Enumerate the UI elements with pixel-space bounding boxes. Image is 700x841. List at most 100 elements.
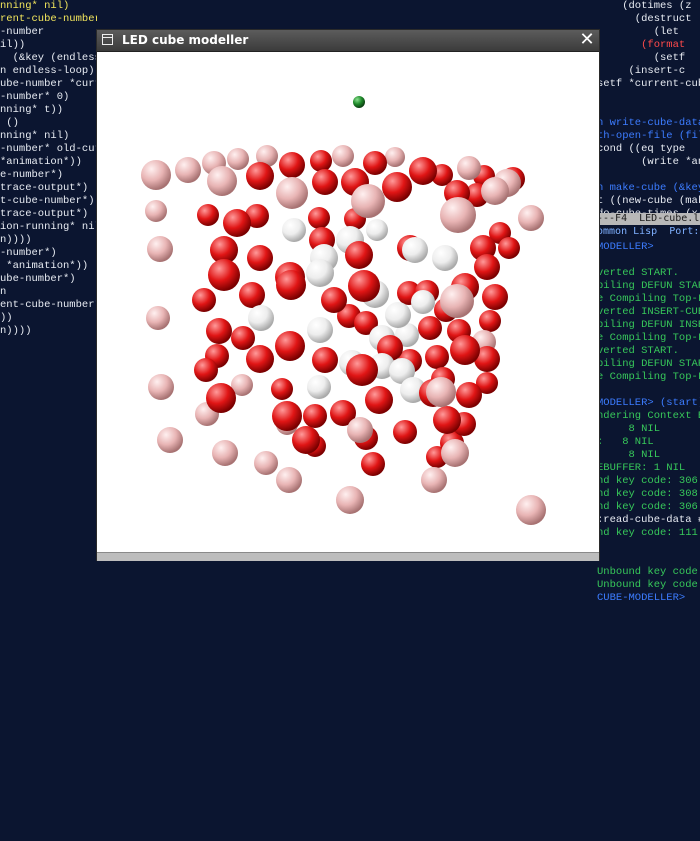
led-sphere-red bbox=[345, 241, 373, 269]
terminal-right-lower-line: verted START. bbox=[597, 267, 679, 279]
led-sphere-red bbox=[231, 326, 255, 350]
led-sphere-red bbox=[276, 270, 306, 300]
window-titlebar[interactable]: LED cube modeller ✕ bbox=[97, 30, 599, 52]
led-sphere-white bbox=[307, 375, 331, 399]
terminal-left-line: () bbox=[0, 117, 19, 129]
terminal-right-lower-line: e Compiling Top-L bbox=[597, 332, 700, 344]
led-sphere-red bbox=[363, 151, 387, 175]
led-sphere-red bbox=[312, 169, 338, 195]
terminal-right-line: n write-cube-data bbox=[597, 117, 700, 129]
terminal-right-line: (insert-c bbox=[597, 65, 686, 77]
led-sphere-white bbox=[307, 317, 333, 343]
terminal-right-lower-line bbox=[597, 384, 700, 397]
terminal-right-lower-line: piling DEFUN STAR bbox=[597, 280, 700, 292]
terminal-right-line bbox=[597, 104, 700, 117]
led-sphere-pink bbox=[457, 156, 481, 180]
led-sphere-red bbox=[308, 207, 330, 229]
led-sphere-pink bbox=[212, 440, 238, 466]
led-sphere-pink bbox=[141, 160, 171, 190]
led-sphere-pink bbox=[440, 284, 474, 318]
led-cube-window[interactable]: LED cube modeller ✕ bbox=[97, 30, 599, 561]
terminal-right-lower-line: EBUFFER: 1 NIL bbox=[597, 462, 686, 474]
led-sphere-red bbox=[474, 254, 500, 280]
terminal-left-line: t-cube-number*) bbox=[0, 195, 95, 207]
terminal-right-lower-line: : 8 NIL bbox=[597, 436, 654, 448]
led-sphere-white bbox=[366, 219, 388, 241]
led-sphere-red bbox=[279, 152, 305, 178]
terminal-right-line: cond ((eq type bbox=[597, 143, 692, 155]
led-sphere-red bbox=[365, 386, 393, 414]
window-menu-icon[interactable] bbox=[102, 34, 113, 45]
led-sphere-red bbox=[310, 150, 332, 172]
led-sphere-white bbox=[385, 302, 411, 328]
led-sphere-pink bbox=[421, 467, 447, 493]
led-sphere-pink bbox=[336, 486, 364, 514]
terminal-right-lower-line: piling DEFUN STAR bbox=[597, 358, 700, 370]
terminal-right-lower-line: CUBE-MODELLER> bbox=[597, 592, 692, 604]
led-sphere-red bbox=[197, 204, 219, 226]
terminal-right-line bbox=[597, 169, 700, 182]
terminal-right-line: t ((new-cube (mak bbox=[597, 195, 700, 207]
terminal-left-line: -number bbox=[0, 26, 45, 38]
led-sphere-pink bbox=[385, 147, 405, 167]
terminal-left-line: nning* nil) bbox=[0, 130, 70, 142]
terminal-right-lower: MODELLER> verted START. piling DEFUN STAR e… bbox=[597, 241, 700, 841]
terminal-left-line: -number* 0) bbox=[0, 91, 70, 103]
led-sphere-pink bbox=[157, 427, 183, 453]
led-sphere-pink bbox=[351, 184, 385, 218]
led-sphere-red bbox=[246, 162, 274, 190]
terminal-right-line: (destruct bbox=[597, 13, 692, 25]
terminal-right-lower-line: MODELLER> bbox=[597, 241, 654, 253]
led-sphere-red bbox=[271, 378, 293, 400]
led-sphere-red bbox=[418, 316, 442, 340]
terminal-left: nning* nil) rent-cube-number* 0)-numberil… bbox=[0, 0, 97, 600]
cube-viewport[interactable] bbox=[97, 52, 599, 552]
terminal-right-lower-line: 8 NIL bbox=[597, 423, 661, 435]
led-sphere-red bbox=[409, 157, 437, 185]
led-sphere-red bbox=[208, 259, 240, 291]
terminal-left-line: rent-cube-number* 0) bbox=[0, 13, 97, 25]
terminal-left-line: il)) bbox=[0, 39, 26, 51]
terminal-left-line: n)))) bbox=[0, 325, 32, 337]
terminal-right-lower-line bbox=[597, 553, 700, 566]
terminal-right-line bbox=[597, 91, 700, 104]
led-sphere-red bbox=[194, 358, 218, 382]
led-sphere-pink bbox=[145, 200, 167, 222]
led-sphere-pink bbox=[332, 145, 354, 167]
led-sphere-red bbox=[479, 310, 501, 332]
terminal-left-line: ube-number*) bbox=[0, 273, 76, 285]
led-sphere-red bbox=[223, 209, 251, 237]
led-sphere-pink bbox=[207, 166, 237, 196]
led-sphere-white bbox=[306, 259, 334, 287]
led-sphere-pink bbox=[175, 157, 201, 183]
led-sphere-red bbox=[303, 404, 327, 428]
terminal-right-line: (setf bbox=[597, 52, 686, 64]
led-sphere-pink bbox=[441, 439, 469, 467]
terminal-right-line: (let bbox=[597, 26, 679, 38]
led-sphere-green bbox=[353, 96, 365, 108]
led-sphere-white bbox=[402, 237, 428, 263]
terminal-left-line: -number*) bbox=[0, 247, 57, 259]
terminal-left-line: ion-running* nil) bbox=[0, 221, 97, 233]
terminal-left-line: ent-cube-number* bbox=[0, 299, 97, 311]
close-icon[interactable]: ✕ bbox=[579, 31, 595, 49]
led-sphere-red bbox=[346, 354, 378, 386]
terminal-left-line: n bbox=[0, 286, 7, 298]
window-title: LED cube modeller bbox=[122, 33, 249, 47]
terminal-left-line: )) bbox=[0, 312, 13, 324]
terminal-left-line: nning* t)) bbox=[0, 104, 64, 116]
led-sphere-red bbox=[382, 172, 412, 202]
led-sphere-pink bbox=[147, 236, 173, 262]
terminal-right-lower-line: verted START. bbox=[597, 345, 679, 357]
terminal-right-lower-line: Unbound key code: 308 bbox=[597, 566, 700, 578]
led-sphere-red bbox=[498, 237, 520, 259]
terminal-right-lower-line: piling DEFUN INSE bbox=[597, 319, 700, 331]
led-sphere-red bbox=[192, 288, 216, 312]
led-cube-scene[interactable] bbox=[97, 52, 599, 552]
terminal-right-lower-line: nd key code: 111 bbox=[597, 527, 698, 539]
terminal-right-lower-line: verted INSERT-CUB bbox=[597, 306, 700, 318]
terminal-right-lower-line: Unbound key code: 308 bbox=[597, 579, 700, 591]
led-sphere-red bbox=[393, 420, 417, 444]
led-sphere-red bbox=[321, 287, 347, 313]
terminal-right-lower-line: nd key code: 308 bbox=[597, 488, 698, 500]
